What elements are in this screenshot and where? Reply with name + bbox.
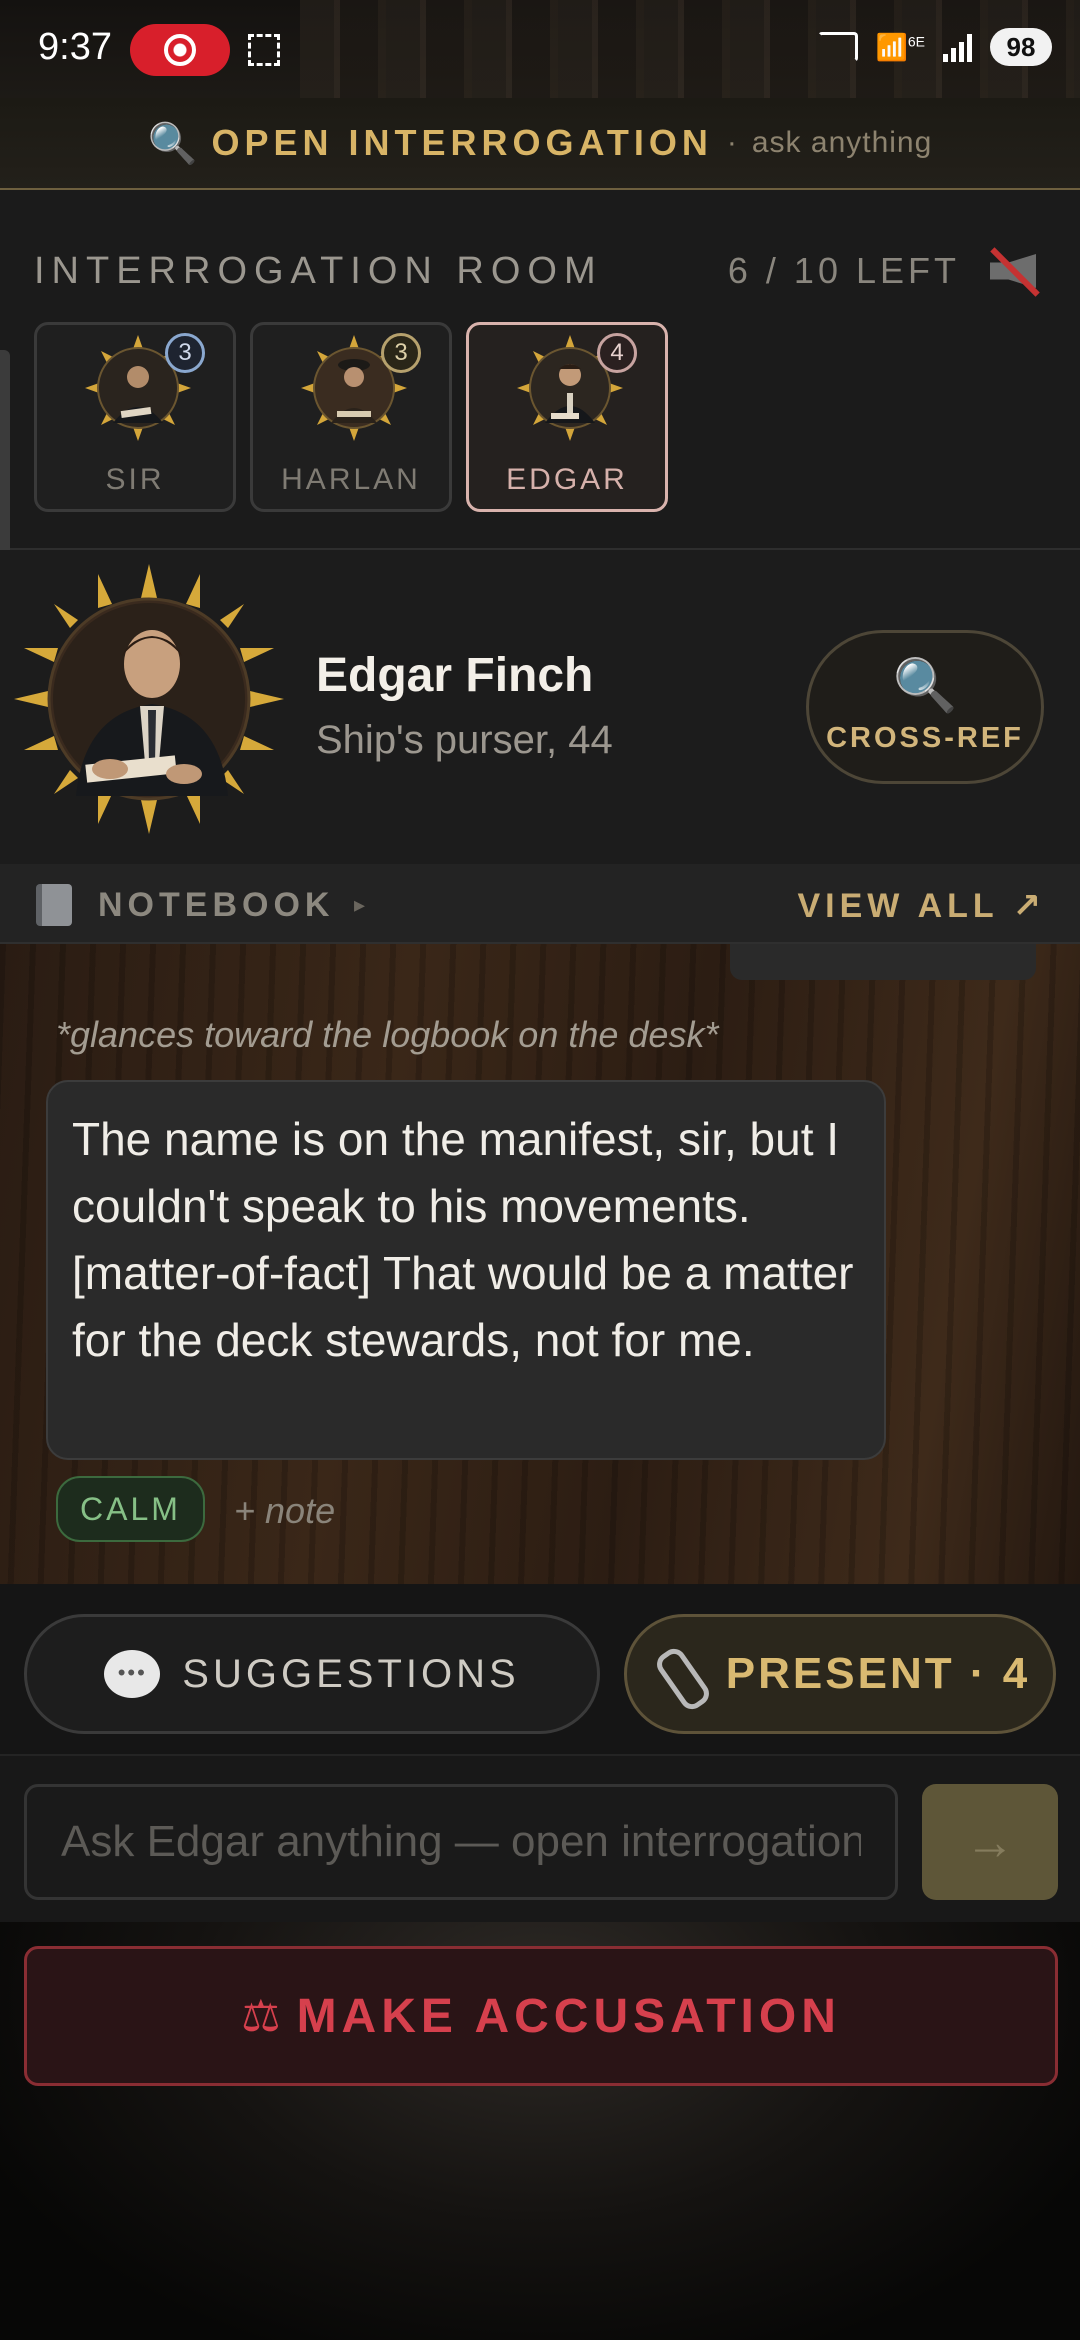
network-type: 6E xyxy=(907,32,925,49)
view-all-link[interactable]: VIEW ALL ↗ xyxy=(798,886,1047,926)
interrogation-room: INTERROGATION ROOM 6 / 10 LEFT 3 SIR 3 H… xyxy=(0,190,1080,680)
previous-message-bubble xyxy=(730,944,1036,980)
magnifier-icon: 🔍 xyxy=(892,657,958,715)
cast-icon xyxy=(817,32,858,62)
accusation-area: ⚖ MAKE ACCUSATION xyxy=(0,1922,1080,2340)
scales-icon: ⚖ xyxy=(241,1991,281,2041)
present-label: PRESENT · 4 xyxy=(725,1649,1031,1698)
wifi-icon: 📶6E xyxy=(875,31,926,62)
banner-title: OPEN INTERROGATION xyxy=(211,122,713,163)
status-time: 9:37 xyxy=(38,26,112,68)
suspect-label: EDGAR xyxy=(506,463,628,496)
make-accusation-button[interactable]: ⚖ MAKE ACCUSATION xyxy=(24,1946,1058,2086)
screen-record-icon xyxy=(130,24,230,76)
suspect-label: SIR xyxy=(105,463,165,496)
suspect-card-edgar[interactable]: 4 EDGAR xyxy=(466,322,668,512)
suspect-role: Ship's purser, 44 xyxy=(316,718,613,762)
suspect-name: Edgar Finch xyxy=(316,649,594,702)
suggestions-label: SUGGESTIONS xyxy=(182,1651,520,1696)
send-button[interactable]: → xyxy=(922,1784,1058,1900)
question-count-badge: 3 xyxy=(381,333,421,373)
suspect-large-portrait xyxy=(14,564,284,834)
action-row: SUGGESTIONS PRESENT · 4 xyxy=(0,1584,1080,1754)
open-interrogation-banner[interactable]: 🔍 OPEN INTERROGATION · ask anything xyxy=(0,98,1080,190)
suggestions-button[interactable]: SUGGESTIONS xyxy=(24,1614,600,1734)
status-indicators: 📶6E 98 xyxy=(817,28,1052,66)
battery-indicator: 98 xyxy=(990,28,1052,66)
status-bar: 9:37 📶6E 98 xyxy=(0,0,1080,98)
screenshot-crop-icon xyxy=(248,34,280,66)
question-input-row: → xyxy=(0,1754,1080,1922)
cross-reference-label: CROSS-REF xyxy=(826,722,1024,754)
question-input[interactable] xyxy=(24,1784,898,1900)
make-accusation-label: MAKE ACCUSATION xyxy=(296,1989,841,2043)
question-count-badge: 3 xyxy=(165,333,205,373)
suspect-card-sir[interactable]: 3 SIR xyxy=(34,322,236,512)
notebook-bar[interactable]: NOTEBOOK ▸ VIEW ALL ↗ xyxy=(0,864,1080,944)
room-title: INTERROGATION ROOM xyxy=(34,249,603,292)
sound-muted-icon[interactable] xyxy=(984,240,1046,302)
suspect-label: HARLAN xyxy=(281,463,421,496)
magnifier-icon: 🔍 xyxy=(147,121,198,166)
speech-bubble-icon xyxy=(104,1650,161,1698)
suspect-selector: 3 SIR 3 HARLAN 4 EDGAR xyxy=(34,322,668,512)
questions-left-counter: 6 / 10 LEFT xyxy=(727,250,960,291)
mood-badge: CALM xyxy=(56,1476,205,1542)
notebook-icon xyxy=(36,884,72,926)
notebook-title: NOTEBOOK xyxy=(98,886,335,924)
banner-subtitle: ask anything xyxy=(751,126,933,159)
arrow-right-icon: → xyxy=(965,1814,1015,1870)
stage-direction: *glances toward the logbook on the desk* xyxy=(56,1014,719,1055)
suspect-card-harlan[interactable]: 3 HARLAN xyxy=(250,322,452,512)
cross-reference-button[interactable]: 🔍 CROSS-REF xyxy=(806,630,1044,784)
chevron-right-icon: ▸ xyxy=(354,892,366,917)
conversation-area: *glances toward the logbook on the desk*… xyxy=(0,944,1080,1584)
suspect-message-bubble: The name is on the manifest, sir, but I … xyxy=(46,1080,886,1460)
question-count-badge: 4 xyxy=(597,333,637,373)
signal-icon xyxy=(943,32,972,62)
paperclip-icon xyxy=(650,1645,708,1703)
present-evidence-button[interactable]: PRESENT · 4 xyxy=(624,1614,1056,1734)
banner-separator: · xyxy=(726,126,738,159)
add-note-button[interactable]: + note xyxy=(234,1490,335,1532)
